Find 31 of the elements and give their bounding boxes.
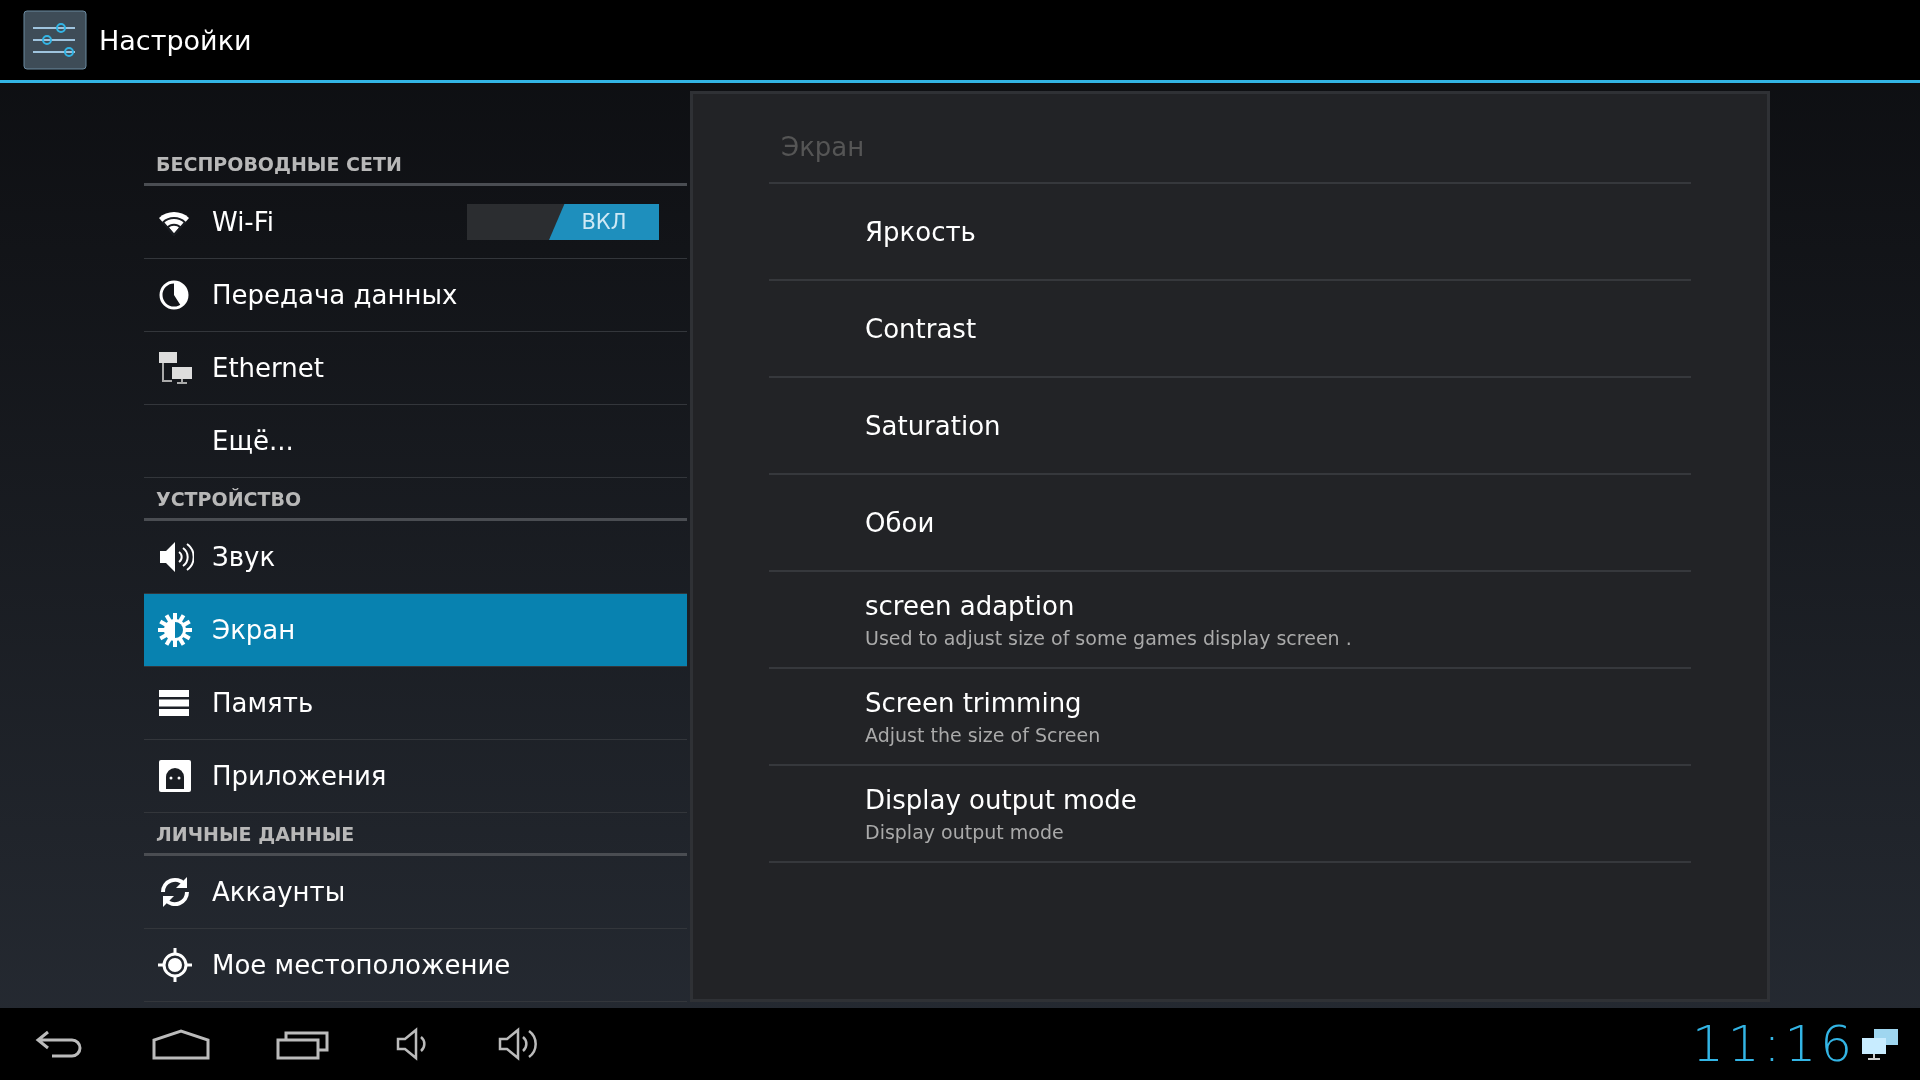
setting-item[interactable]: screen adaption Used to adjust size of some games display screen . <box>769 572 1691 669</box>
setting-item[interactable]: Display output mode Display output mode <box>769 766 1691 863</box>
network-computers-icon <box>158 350 194 386</box>
setting-item[interactable]: Screen trimming Adjust the size of Screen <box>769 669 1691 766</box>
storage-icon <box>158 689 190 717</box>
sidebar-item[interactable]: Приложения <box>144 740 687 813</box>
clock: 11:16 <box>1691 1015 1856 1073</box>
setting-item[interactable]: Contrast <box>769 281 1691 378</box>
home-icon[interactable] <box>152 1028 210 1060</box>
setting-item[interactable]: Обои <box>769 475 1691 572</box>
sync-icon <box>158 875 192 909</box>
sidebar-item[interactable]: Аккаунты <box>144 856 687 929</box>
app-title: Настройки <box>99 24 252 56</box>
speaker-icon <box>158 540 194 574</box>
section-header: БЕСПРОВОДНЫЕ СЕТИ <box>144 143 687 186</box>
brightness-icon <box>158 613 192 647</box>
setting-item[interactable]: Яркость <box>769 184 1691 281</box>
network-computers-icon <box>1860 1027 1900 1061</box>
sidebar-item[interactable]: Передача данных <box>144 259 687 332</box>
sidebar-item[interactable]: Экран <box>144 594 687 667</box>
section-header: ЛИЧНЫЕ ДАННЫЕ <box>144 813 687 856</box>
sidebar-item[interactable]: Мое местоположение <box>144 929 687 1002</box>
section-header: УСТРОЙСТВО <box>144 478 687 521</box>
sidebar-item[interactable]: Ethernet <box>144 332 687 405</box>
sidebar-item[interactable]: Ещё... <box>144 405 687 478</box>
pie-chart-icon <box>158 279 190 311</box>
setting-item[interactable]: Saturation <box>769 378 1691 475</box>
location-target-icon <box>158 948 192 982</box>
sidebar-item[interactable]: Wi-Fi ВКЛ <box>144 186 687 259</box>
sliders-icon[interactable] <box>23 10 87 70</box>
sidebar-item[interactable]: Память <box>144 667 687 740</box>
